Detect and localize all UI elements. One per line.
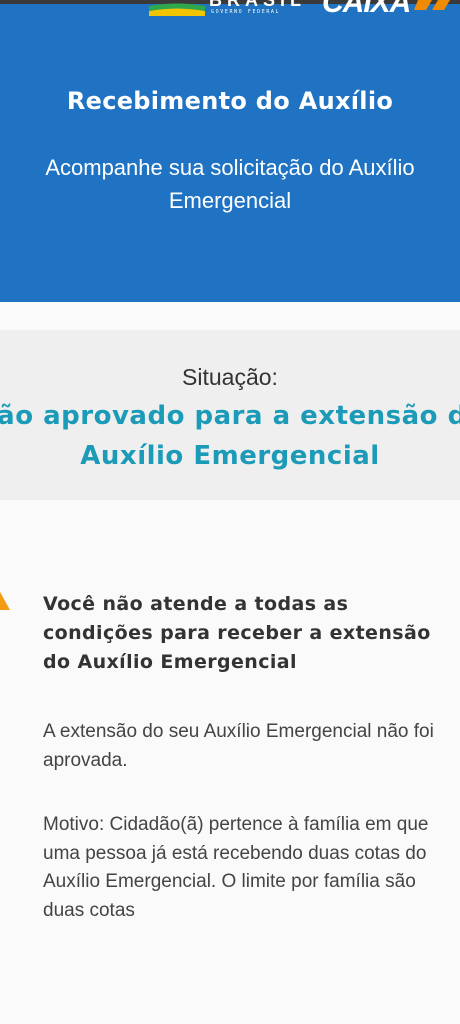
caixa-logo-mark-icon — [414, 0, 450, 10]
status-label: Situação: — [182, 364, 278, 390]
status-value: Não aprovado para a extensão do Auxílio … — [0, 401, 460, 471]
status-panel: Situação: Não aprovado para a extensão d… — [0, 330, 460, 500]
top-logo-bar: BRASIL GOVERNO FEDERAL CAIXA — [0, 0, 460, 20]
warning-title: Você não atende a todas as condições par… — [43, 593, 431, 673]
denial-reason-text: Motivo: Cidadão(ã) pertence à família em… — [43, 814, 429, 921]
page-header: Recebimento do Auxílio Acompanhe sua sol… — [0, 20, 460, 302]
brasil-logo: BRASIL GOVERNO FEDERAL — [145, 0, 315, 20]
page-title: Recebimento do Auxílio — [66, 87, 394, 115]
page-subtitle: Acompanhe sua solicitação do Auxílio Eme… — [45, 155, 415, 213]
caixa-logo-text: CAIXA — [322, 0, 411, 19]
brasil-logo-subtext: GOVERNO FEDERAL — [211, 9, 281, 15]
warning-triangle-icon — [0, 591, 10, 610]
brasil-logo-text: BRASIL — [209, 0, 306, 10]
extension-result-text: A extensão do seu Auxílio Emergencial nã… — [43, 721, 434, 771]
brasil-flag-icon — [149, 3, 205, 16]
